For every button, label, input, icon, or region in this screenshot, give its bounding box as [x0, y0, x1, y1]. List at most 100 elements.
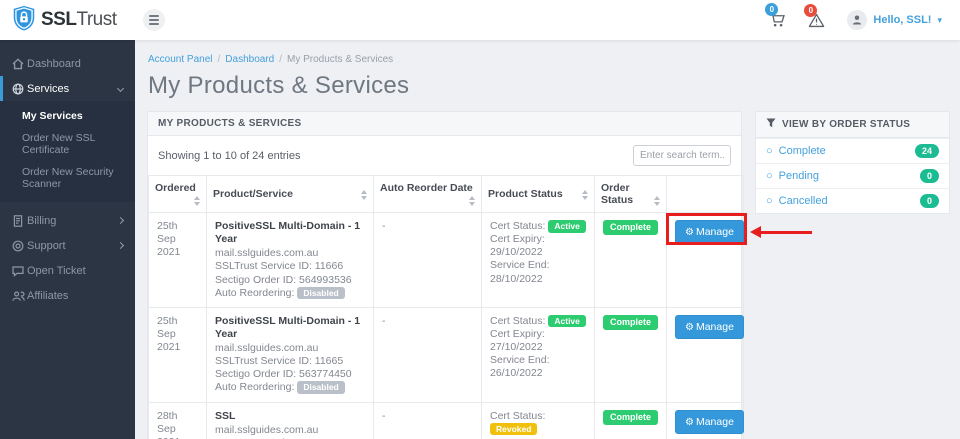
user-menu[interactable]: Hello, SSL! ▾ — [847, 10, 942, 30]
sort-icon — [469, 196, 475, 206]
shield-lock-icon — [13, 5, 35, 36]
gear-icon: ⚙ — [685, 227, 694, 238]
filter-item-pending[interactable]: ○ Pending 0 — [756, 163, 949, 188]
sidebar-subitem-my-services[interactable]: My Services — [0, 105, 135, 127]
gear-icon: ⚙ — [685, 321, 694, 333]
ssltrust-logo[interactable]: SSLTrust — [0, 5, 135, 36]
table-row: 25th Sep 2021 PositiveSSL Multi-Domain -… — [148, 212, 744, 308]
comment-icon — [12, 265, 27, 277]
products-table: Ordered Product/Service Auto Reorder Dat… — [148, 175, 744, 439]
column-header-manage — [666, 175, 744, 213]
sidebar-item-label: Open Ticket — [27, 264, 86, 277]
table-controls: Showing 1 to 10 of 24 entries — [148, 136, 741, 175]
products-panel-header: MY PRODUCTS & SERVICES — [148, 112, 741, 136]
chevron-right-icon — [116, 241, 125, 250]
showing-entries-text: Showing 1 to 10 of 24 entries — [158, 149, 301, 162]
auto-reorder-date-cell: - — [373, 212, 482, 308]
invoice-icon — [12, 214, 27, 227]
product-cell: PositiveSSL Multi-Domain - 1 Year mail.s… — [206, 307, 374, 403]
status-badge: Disabled — [297, 381, 345, 394]
sidebar-toggle-button[interactable] — [143, 9, 165, 31]
life-ring-icon — [12, 240, 27, 252]
count-badge: 0 — [919, 194, 939, 208]
alerts-count-badge: 0 — [804, 3, 818, 17]
search-input[interactable] — [633, 145, 731, 166]
ssltrust-account-panel: SSLTrust 0 0 Hello, SSL! ▾ Dashboard Ser… — [0, 0, 960, 439]
sidebar-item-billing[interactable]: Billing — [0, 208, 135, 233]
product-name: PositiveSSL Multi-Domain - 1 Year — [215, 314, 361, 340]
product-domain: mail.sslguides.com.au — [215, 247, 319, 260]
filter-icon — [766, 118, 776, 131]
status-badge: Complete — [603, 314, 659, 330]
count-badge: 0 — [919, 169, 939, 183]
breadcrumb-account-panel[interactable]: Account Panel — [148, 54, 213, 65]
auto-reorder-date-cell: - — [373, 402, 482, 439]
main-content: Account Panel / Dashboard / My Products & Se… — [135, 40, 960, 439]
status-badge: Disabled — [297, 286, 345, 300]
product-domain: mail.sslguides.com.au — [215, 423, 319, 436]
product-name: SSL — [215, 409, 236, 422]
column-header-ordered[interactable]: Ordered — [148, 175, 207, 213]
globe-icon — [12, 83, 27, 95]
order-status-filter-panel: VIEW BY ORDER STATUS ○ Complete 24 ○ Pen… — [755, 111, 950, 214]
sidebar-item-open-ticket[interactable]: Open Ticket — [0, 258, 135, 283]
topbar: SSLTrust 0 0 Hello, SSL! ▾ — [0, 0, 960, 40]
table-header-row: Ordered Product/Service Auto Reorder Dat… — [148, 175, 744, 213]
sidebar-subitem-order-scanner[interactable]: Order New Security Scanner — [0, 161, 135, 195]
cart-button[interactable]: 0 — [765, 3, 786, 28]
ordered-cell: 28th Sep 2021 — [148, 402, 207, 439]
sort-icon — [194, 196, 200, 206]
circle-icon: ○ — [766, 145, 773, 157]
manage-button-row-0[interactable]: ⚙ Manage — [675, 220, 744, 244]
product-status-cell: Cert Status: Active Cert Expiry: 29/10/2… — [481, 212, 595, 308]
sidebar-item-label: Services — [27, 82, 70, 95]
count-badge: 24 — [914, 144, 939, 158]
filter-panel-header: VIEW BY ORDER STATUS — [756, 112, 949, 138]
sidebar-item-label: Support — [27, 239, 66, 252]
sectigo-order-id: Sectigo Order ID: 563774450 — [215, 368, 352, 381]
service-id: SSLTrust Service ID: 11666 — [215, 260, 344, 273]
services-submenu: My Services Order New SSL Certificate Or… — [0, 101, 135, 202]
table-row: 25th Sep 2021 PositiveSSL Multi-Domain -… — [148, 307, 744, 403]
column-header-product-status[interactable]: Product Status — [481, 175, 595, 213]
sort-icon — [582, 190, 588, 200]
chevron-down-icon — [116, 84, 125, 93]
sidebar-item-dashboard[interactable]: Dashboard — [0, 51, 135, 76]
auto-reordering: Auto Reordering: Disabled — [215, 286, 365, 300]
alerts-button[interactable]: 0 — [804, 3, 825, 28]
manage-cell: ⚙ Manage — [666, 307, 744, 403]
breadcrumb-current: My Products & Services — [286, 54, 394, 65]
gear-icon: ⚙ — [685, 416, 694, 428]
order-status-cell: Complete — [594, 402, 667, 439]
status-badge: Active — [548, 314, 586, 328]
service-id: SSLTrust Service ID: 11665 — [215, 355, 344, 368]
circle-icon: ○ — [766, 195, 773, 207]
auto-reordering: Auto Reordering: Disabled — [215, 381, 365, 394]
sectigo-order-id: Sectigo Order ID: 564993536 — [215, 273, 352, 286]
page-title: My Products & Services — [148, 72, 410, 99]
product-name: PositiveSSL Multi-Domain - 1 Year — [215, 220, 361, 246]
breadcrumb-dashboard[interactable]: Dashboard — [225, 54, 274, 65]
sidebar: Dashboard Services My Services Order New… — [0, 40, 135, 439]
user-avatar-icon — [847, 10, 868, 30]
filter-item-cancelled[interactable]: ○ Cancelled 0 — [756, 188, 949, 213]
sidebar-item-label: Affiliates — [27, 289, 69, 302]
manage-cell: ⚙ Manage — [666, 402, 744, 439]
manage-button-row-2[interactable]: ⚙ Manage — [675, 409, 744, 434]
column-header-order-status[interactable]: Order Status — [594, 175, 667, 213]
column-header-product-service[interactable]: Product/Service — [206, 175, 374, 213]
column-header-auto-reorder-date[interactable]: Auto Reorder Date — [373, 175, 482, 213]
sidebar-item-services[interactable]: Services — [0, 76, 135, 101]
chevron-right-icon — [116, 216, 125, 225]
status-badge: Complete — [603, 220, 659, 235]
sidebar-item-support[interactable]: Support — [0, 233, 135, 258]
breadcrumb: Account Panel / Dashboard / My Products & Se… — [148, 54, 394, 65]
ordered-cell: 25th Sep 2021 — [148, 307, 207, 403]
status-badge: Complete — [603, 409, 659, 425]
sidebar-subitem-order-ssl[interactable]: Order New SSL Certificate — [0, 127, 135, 161]
product-status-cell: Cert Status: Revoked — [481, 402, 595, 439]
sidebar-item-affiliates[interactable]: Affiliates — [0, 283, 135, 308]
filter-item-complete[interactable]: ○ Complete 24 — [756, 138, 949, 163]
order-status-cell: Complete — [594, 212, 667, 308]
manage-button-row-1[interactable]: ⚙ Manage — [675, 314, 744, 339]
